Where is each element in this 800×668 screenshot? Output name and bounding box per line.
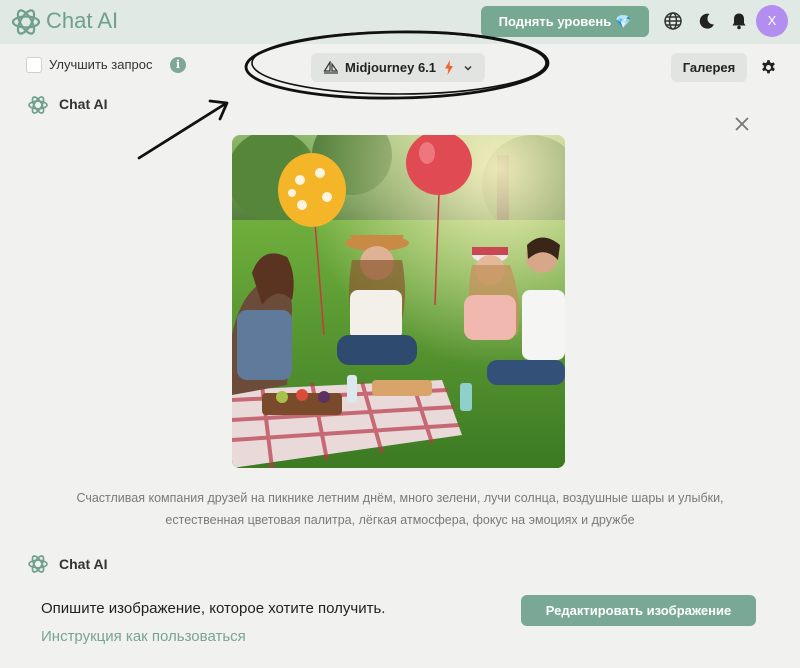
avatar[interactable]: X [756,5,788,37]
diamond-icon: 💎 [615,14,632,29]
edit-image-button[interactable]: Редактировать изображение [521,595,756,626]
info-icon[interactable]: i [170,57,186,73]
app-name[interactable]: Chat AI [46,6,118,36]
chat-ai-avatar-icon [28,555,48,573]
moon-icon[interactable] [697,11,717,31]
gallery-button[interactable]: Галерея [671,53,747,82]
top-bar: Chat AI Поднять уровень 💎 X [0,0,800,44]
instruction-link[interactable]: Инструкция как пользоваться [41,628,246,645]
bell-icon[interactable] [729,11,749,31]
lightning-icon [445,60,453,75]
generated-image[interactable] [232,135,565,468]
describe-image-prompt: Опишите изображение, которое хотите полу… [41,600,386,617]
improve-prompt-label[interactable]: Улучшить запрос [49,57,152,72]
sailboat-icon [323,61,339,74]
close-icon[interactable] [734,116,750,132]
chat-ai-logo-icon[interactable] [10,6,42,38]
image-caption: Счастливая компания друзей на пикнике ле… [76,491,724,527]
improve-prompt-checkbox[interactable] [26,57,42,73]
upgrade-button[interactable]: Поднять уровень 💎 [481,6,649,37]
chat-ai-avatar-icon [28,96,48,114]
upgrade-label: Поднять уровень [498,14,612,29]
message-sender: Chat AI [59,556,108,572]
chevron-down-icon [464,65,472,71]
model-label: Midjourney 6.1 [345,60,437,75]
message-sender: Chat AI [59,96,108,112]
annotation-arrow [137,99,229,160]
model-select[interactable]: Midjourney 6.1 [311,53,485,82]
gear-icon[interactable] [760,59,777,76]
globe-icon[interactable] [663,11,683,31]
picnic-photo-illustration [232,135,565,468]
